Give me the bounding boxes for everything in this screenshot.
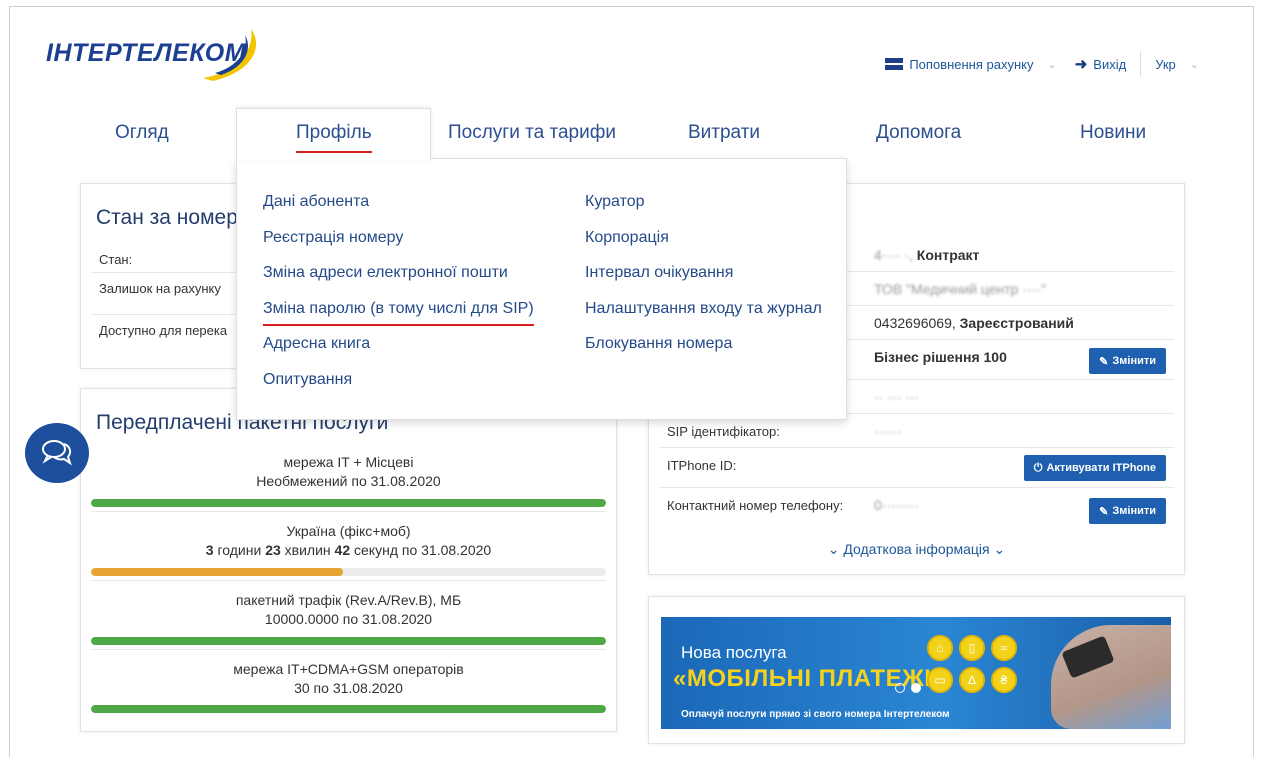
hand-image <box>1051 625 1171 729</box>
more-info-link[interactable]: ⌄ Додаткова інформація ⌄ <box>649 541 1184 558</box>
package-progress-bar <box>91 499 606 507</box>
profile-dropdown-menu: Дані абонента Реєстрація номеру Зміна ад… <box>236 158 847 420</box>
menu-item-email-change[interactable]: Зміна адреси електронної пошти <box>263 264 534 300</box>
chevron-down-icon: ⌄ <box>1047 58 1057 71</box>
phone-payment-icon: ▯ <box>959 635 985 661</box>
package-progress-fill <box>91 637 606 645</box>
contact-value: 0········ <box>874 497 920 513</box>
package-remaining: 10000.0000 по 31.08.2020 <box>264 611 433 627</box>
tab-help[interactable]: Допомога <box>876 122 961 144</box>
tab-news[interactable]: Новини <box>1080 122 1146 144</box>
menu-item-number-block[interactable]: Блокування номера <box>585 335 822 371</box>
more-info-label: Додаткова інформація <box>843 541 990 557</box>
menu-item-password-change[interactable]: Зміна паролю (в тому числі для SIP) <box>263 300 534 336</box>
promo-banner[interactable]: Нова послуга «МОБІЛЬНІ ПЛАТЕЖІ» Оплачуй … <box>661 617 1171 729</box>
change-contact-button[interactable]: ✎ Змінити <box>1089 498 1166 524</box>
logo[interactable]: ІНТЕРТЕЛЕКОМ <box>38 23 288 85</box>
contract-value: 4···· ·, Контракт <box>874 247 980 263</box>
contact-row: Контактний номер телефону: 0········ ✎ Зм… <box>659 487 1174 529</box>
wifi-payment-icon: ≈ <box>991 635 1017 661</box>
topup-link[interactable]: Поповнення рахунку ⌄ <box>885 56 1057 72</box>
menu-item-address-book[interactable]: Адресна книга <box>263 335 534 371</box>
top-bar: Поповнення рахунку ⌄ ➜ Вихід Укр ⌄ <box>885 51 1199 77</box>
main-nav: Огляд Профіль Послуги та тарифи Витрати … <box>0 104 1262 158</box>
package-name: пакетний трафік (Rev.A/Rev.B), МБ <box>235 592 462 608</box>
hidden-value: ·· ··· ··· <box>874 389 920 405</box>
tv-payment-icon: ▭ <box>927 667 953 693</box>
taxi-payment-icon: ∆ <box>959 667 985 693</box>
package-progress-bar <box>91 705 606 713</box>
status-title: Стан за номер <box>96 206 238 229</box>
menu-item-wait-interval[interactable]: Інтервал очікування <box>585 264 822 300</box>
package-remaining: 3 години 23 хвилин 42 секунд по 31.08.20… <box>205 542 492 558</box>
wallet-icon <box>885 58 904 70</box>
logout-label: Вихід <box>1093 56 1127 72</box>
banner-caption: Оплачуй послуги прямо зі свого номера Ін… <box>681 709 950 720</box>
menu-item-number-registration[interactable]: Реєстрація номеру <box>263 229 534 265</box>
package-progress-bar <box>91 637 606 645</box>
tab-services[interactable]: Послуги та тарифи <box>448 122 616 144</box>
sip-value: ······ <box>874 423 902 439</box>
package-name: мережа IT+CDMA+GSM операторів <box>233 661 464 677</box>
package-item: пакетний трафік (Rev.A/Rev.B), МБ 10000.… <box>91 580 606 629</box>
menu-item-corporation[interactable]: Корпорація <box>585 229 822 265</box>
package-item: мережа IT+CDMA+GSM операторів 30 по 31.0… <box>91 649 606 698</box>
chevron-down-icon: ⌄ <box>1189 58 1199 71</box>
edit-icon: ✎ <box>1099 505 1109 518</box>
menu-item-curator[interactable]: Куратор <box>585 193 822 229</box>
chevron-down-icon: ⌄ <box>993 541 1006 557</box>
logo-swoosh-icon <box>203 29 257 81</box>
edit-icon: ✎ <box>1099 355 1109 368</box>
menu-item-login-settings[interactable]: Налаштування входу та журнал <box>585 300 822 336</box>
divider <box>1140 51 1142 77</box>
chat-button[interactable] <box>25 423 89 483</box>
itphone-row: ITPhone ID: ⏻ Активувати ITPhone <box>659 447 1174 487</box>
tab-profile-label: Профіль <box>296 122 372 143</box>
package-name: Україна (фікс+моб) <box>286 523 411 539</box>
carousel-dots[interactable] <box>895 683 921 693</box>
package-item: мережа IT + Місцеві Необмежений по 31.08… <box>91 443 606 491</box>
highlight-underline <box>263 323 534 326</box>
logout-icon: ➜ <box>1074 56 1088 73</box>
contact-label: Контактний номер телефону: <box>667 498 844 513</box>
topup-label: Поповнення рахунку <box>909 56 1034 72</box>
logout-link[interactable]: ➜ Вихід <box>1075 55 1126 73</box>
package-remaining: 30 по 31.08.2020 <box>294 680 403 696</box>
chevron-down-icon: ⌄ <box>827 541 840 557</box>
package-progress-fill <box>91 568 344 576</box>
banner-subtitle: Нова послуга <box>681 643 787 662</box>
tab-overview[interactable]: Огляд <box>115 122 169 144</box>
menu-column-right: Куратор Корпорація Інтервал очікування Н… <box>585 193 822 371</box>
tariff-value: Бізнес рішення 100 <box>874 349 1007 365</box>
currency-payment-icon: ₴ <box>991 667 1017 693</box>
activate-itphone-button[interactable]: ⏻ Активувати ITPhone <box>1023 455 1166 481</box>
package-name: мережа IT + Місцеві <box>283 454 414 470</box>
package-progress-fill <box>91 705 606 713</box>
package-progress-fill <box>91 499 606 507</box>
menu-item-survey[interactable]: Опитування <box>263 371 534 407</box>
language-select[interactable]: Укр ⌄ <box>1155 57 1199 72</box>
package-progress-bar <box>91 568 606 576</box>
promo-card: Нова послуга «МОБІЛЬНІ ПЛАТЕЖІ» Оплачуй … <box>648 596 1185 744</box>
package-item: Україна (фікс+моб) 3 години 23 хвилин 42… <box>91 511 606 560</box>
menu-column-left: Дані абонента Реєстрація номеру Зміна ад… <box>263 193 534 406</box>
carousel-dot[interactable] <box>895 683 905 693</box>
sip-label: SIP ідентифікатор: <box>667 424 780 439</box>
tab-profile[interactable]: Профіль <box>296 122 372 153</box>
carousel-dot[interactable] <box>911 683 921 693</box>
change-tariff-button[interactable]: ✎ Змінити <box>1089 348 1166 374</box>
organization-value: ТОВ "Медичний центр ····" <box>874 281 1046 297</box>
package-remaining: Необмежений по 31.08.2020 <box>256 473 441 489</box>
language-label: Укр <box>1155 56 1176 72</box>
home-payment-icon: ⌂ <box>927 635 953 661</box>
tab-expenses[interactable]: Витрати <box>688 122 760 144</box>
itphone-label: ITPhone ID: <box>667 458 737 473</box>
active-tab-underline <box>296 151 372 153</box>
menu-item-subscriber-data[interactable]: Дані абонента <box>263 193 534 229</box>
chat-bubbles-icon <box>42 440 72 466</box>
packages-card: Передплачені пакетні послуги мережа IT +… <box>80 388 617 732</box>
number-value: 0432696069, Зареєстрований <box>874 315 1074 331</box>
power-icon: ⏻ <box>1033 461 1043 474</box>
